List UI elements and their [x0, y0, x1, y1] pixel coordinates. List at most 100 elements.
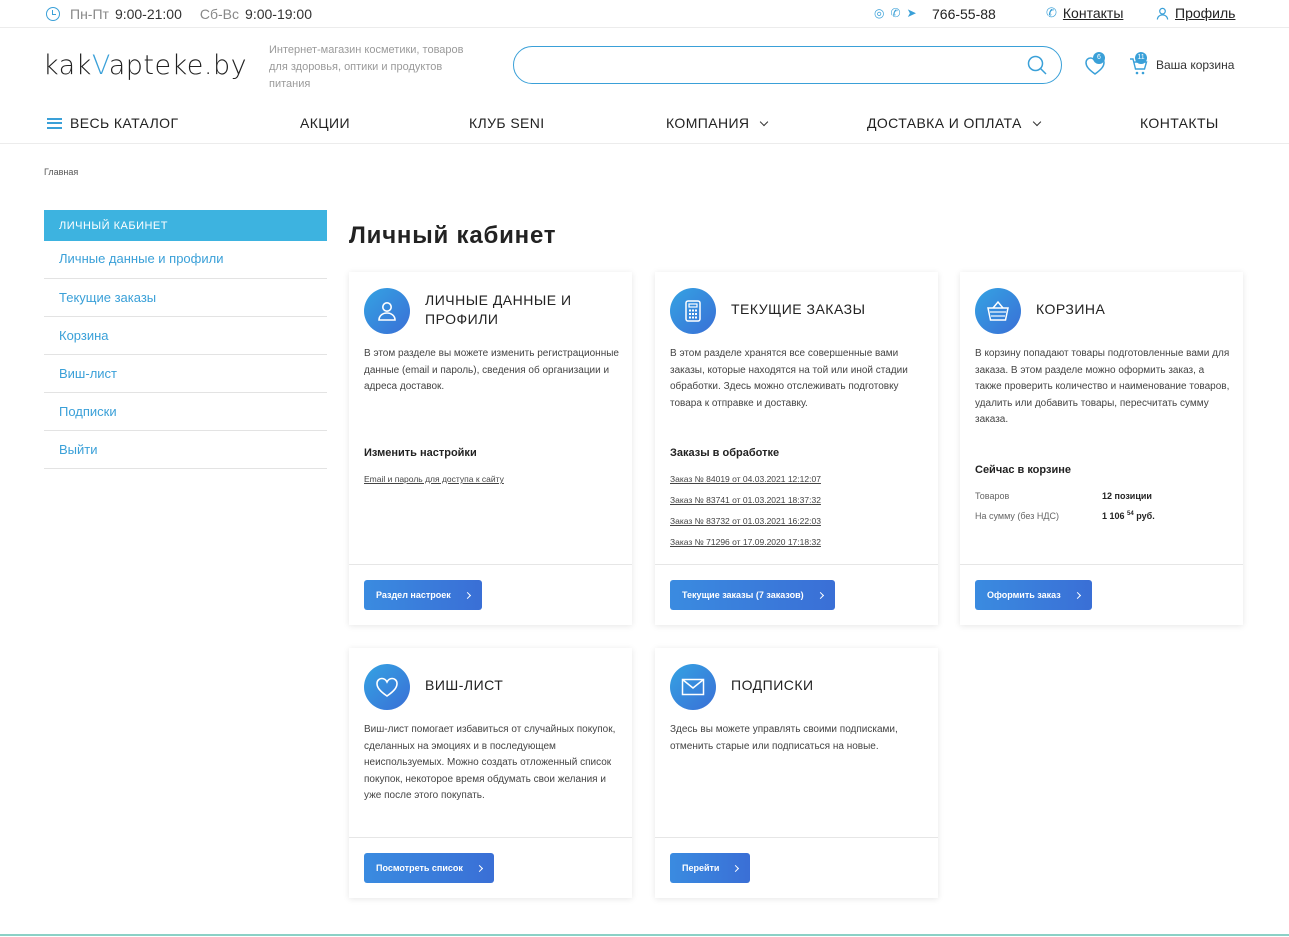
search-box	[513, 46, 1062, 84]
chevron-right-icon	[816, 591, 824, 599]
breadcrumb-home[interactable]: Главная	[44, 167, 78, 177]
messenger-icons: ◎ ✆ ➤	[874, 6, 917, 20]
button-label: Посмотреть список	[376, 863, 463, 873]
sum-currency: руб.	[1136, 511, 1155, 521]
nav-catalog-label: ВЕСЬ КАТАЛОГ	[70, 115, 179, 131]
nav-club[interactable]: КЛУБ SENI	[469, 115, 545, 131]
working-hours: Пн-Пт 9:00-21:00 Сб-Вс 9:00-19:00	[46, 6, 312, 22]
sidebar-header: ЛИЧНЫЙ КАБИНЕТ	[44, 210, 327, 241]
sidebar-item-subscriptions[interactable]: Подписки	[44, 393, 327, 431]
sum-label: На сумму (без НДС)	[975, 511, 1059, 521]
nav-delivery-label: ДОСТАВКА И ОПЛАТА	[867, 115, 1022, 131]
profile-link[interactable]: Профиль	[1156, 5, 1235, 21]
chevron-right-icon	[463, 591, 471, 599]
sidebar-item-profile[interactable]: Личные данные и профили	[44, 241, 327, 279]
divider	[655, 837, 938, 838]
profile-link-label: Профиль	[1175, 5, 1236, 21]
main-nav: ВЕСЬ КАТАЛОГ АКЦИИ КЛУБ SENI КОМПАНИЯ ДО…	[0, 104, 1289, 144]
cart-card: КОРЗИНА В корзину попадают товары подгот…	[960, 272, 1243, 625]
calculator-icon	[670, 288, 716, 334]
sidebar-item-wishlist[interactable]: Виш-лист	[44, 355, 327, 393]
instagram-icon[interactable]: ◎	[874, 6, 884, 20]
order-link[interactable]: Заказ № 83732 от 01.03.2021 16:22:03	[670, 516, 821, 526]
nav-promo[interactable]: АКЦИИ	[300, 115, 350, 131]
logo-part: kak	[43, 50, 92, 81]
weekend-label: Сб-Вс	[199, 6, 240, 22]
card-title: ТЕКУЩИЕ ЗАКАЗЫ	[731, 301, 866, 317]
settings-link[interactable]: Email и пароль для доступа к сайту	[364, 474, 504, 484]
card-title: ЛИЧНЫЕ ДАННЫЕ И ПРОФИЛИ	[425, 292, 572, 327]
menu-icon	[47, 117, 62, 129]
contacts-link-label: Контакты	[1062, 5, 1124, 21]
card-description: Здесь вы можете управлять своими подписк…	[670, 724, 898, 752]
top-bar: Пн-Пт 9:00-21:00 Сб-Вс 9:00-19:00 ◎ ✆ ➤ …	[0, 0, 1289, 28]
button-label: Оформить заказ	[987, 590, 1061, 600]
card-title: ПОДПИСКИ	[731, 677, 814, 693]
heart-icon	[364, 664, 410, 710]
wishlist-card: ВИШ-ЛИСТ Виш-лист помогает избавиться от…	[349, 648, 632, 898]
nav-company[interactable]: КОМПАНИЯ	[666, 115, 769, 131]
button-label: Текущие заказы (7 заказов)	[682, 590, 804, 600]
items-value: 12 позиции	[1102, 491, 1152, 501]
nav-company-label: КОМПАНИЯ	[666, 115, 750, 131]
card-title: ВИШ-ЛИСТ	[425, 677, 504, 693]
chevron-right-icon	[475, 864, 483, 872]
sum-main: 1 106	[1102, 511, 1125, 521]
card-description: В корзину попадают товары подготовленные…	[975, 348, 1230, 425]
divider	[655, 564, 938, 565]
card-description: Виш-лист помогает избавиться от случайны…	[364, 724, 616, 801]
sidebar-item-orders[interactable]: Текущие заказы	[44, 279, 327, 317]
order-link[interactable]: Заказ № 83741 от 01.03.2021 18:37:32	[670, 495, 821, 505]
go-button[interactable]: Перейти	[670, 853, 751, 883]
current-orders-button[interactable]: Текущие заказы (7 заказов)	[670, 580, 835, 610]
card-title: КОРЗИНА	[1036, 301, 1106, 317]
divider	[349, 837, 632, 838]
search-icon[interactable]	[1027, 55, 1047, 75]
order-link[interactable]: Заказ № 84019 от 04.03.2021 12:12:07	[670, 474, 821, 484]
card-subtitle: Заказы в обработке	[670, 447, 780, 459]
sidebar-item-cart[interactable]: Корзина	[44, 317, 327, 355]
orders-card: ТЕКУЩИЕ ЗАКАЗЫ В этом разделе хранятся в…	[655, 272, 938, 625]
telegram-icon[interactable]: ➤	[907, 6, 917, 20]
cart-count-badge: 11	[1135, 52, 1147, 64]
chevron-down-icon	[1032, 117, 1041, 126]
cart-link[interactable]: Ваша корзина	[1156, 58, 1234, 72]
button-label: Раздел настроек	[376, 590, 451, 600]
phone-number[interactable]: 766-55-88	[932, 6, 996, 22]
nav-delivery[interactable]: ДОСТАВКА И ОПЛАТА	[867, 115, 1041, 131]
phone-icon: ✆	[1046, 5, 1057, 20]
sum-cents: 54	[1127, 511, 1134, 517]
account-sidebar: ЛИЧНЫЙ КАБИНЕТ Личные данные и профили Т…	[44, 210, 327, 469]
profile-card: ЛИЧНЫЕ ДАННЫЕ И ПРОФИЛИ В этом разделе в…	[349, 272, 632, 625]
card-description: В этом разделе хранятся все совершенные …	[670, 348, 908, 409]
order-link[interactable]: Заказ № 71296 от 17.09.2020 17:18:32	[670, 537, 821, 547]
site-logo[interactable]: kakVapteke.by	[43, 50, 247, 81]
divider	[960, 564, 1243, 565]
checkout-button[interactable]: Оформить заказ	[975, 580, 1092, 610]
card-description: В этом разделе вы можете изменить регист…	[364, 348, 619, 392]
settings-button[interactable]: Раздел настроек	[364, 580, 482, 610]
weekend-hours: 9:00-19:00	[245, 6, 312, 22]
contacts-link[interactable]: ✆ Контакты	[1046, 5, 1123, 21]
sum-value: 1 106 54 руб.	[1102, 511, 1155, 521]
logo-part: apteke.by	[108, 50, 248, 81]
page-title: Личный кабинет	[349, 222, 557, 249]
logo-accent: V	[91, 50, 109, 81]
nav-contacts[interactable]: КОНТАКТЫ	[1140, 115, 1219, 131]
nav-catalog[interactable]: ВЕСЬ КАТАЛОГ	[47, 115, 178, 131]
viber-icon[interactable]: ✆	[890, 6, 900, 20]
chevron-down-icon	[760, 117, 769, 126]
weekdays-hours: 9:00-21:00	[114, 6, 182, 22]
site-tagline: Интернет-магазин косметики, товаров для …	[269, 44, 464, 90]
sidebar-item-logout[interactable]: Выйти	[44, 431, 327, 469]
user-icon	[364, 288, 410, 334]
button-label: Перейти	[682, 863, 720, 873]
view-list-button[interactable]: Посмотреть список	[364, 853, 494, 883]
card-subtitle: Изменить настройки	[364, 447, 477, 459]
search-input[interactable]	[532, 47, 1022, 83]
divider	[349, 564, 632, 565]
chevron-right-icon	[732, 864, 740, 872]
envelope-icon	[670, 664, 716, 710]
favorites-count-badge: 6	[1093, 52, 1105, 64]
user-icon	[1156, 7, 1169, 20]
